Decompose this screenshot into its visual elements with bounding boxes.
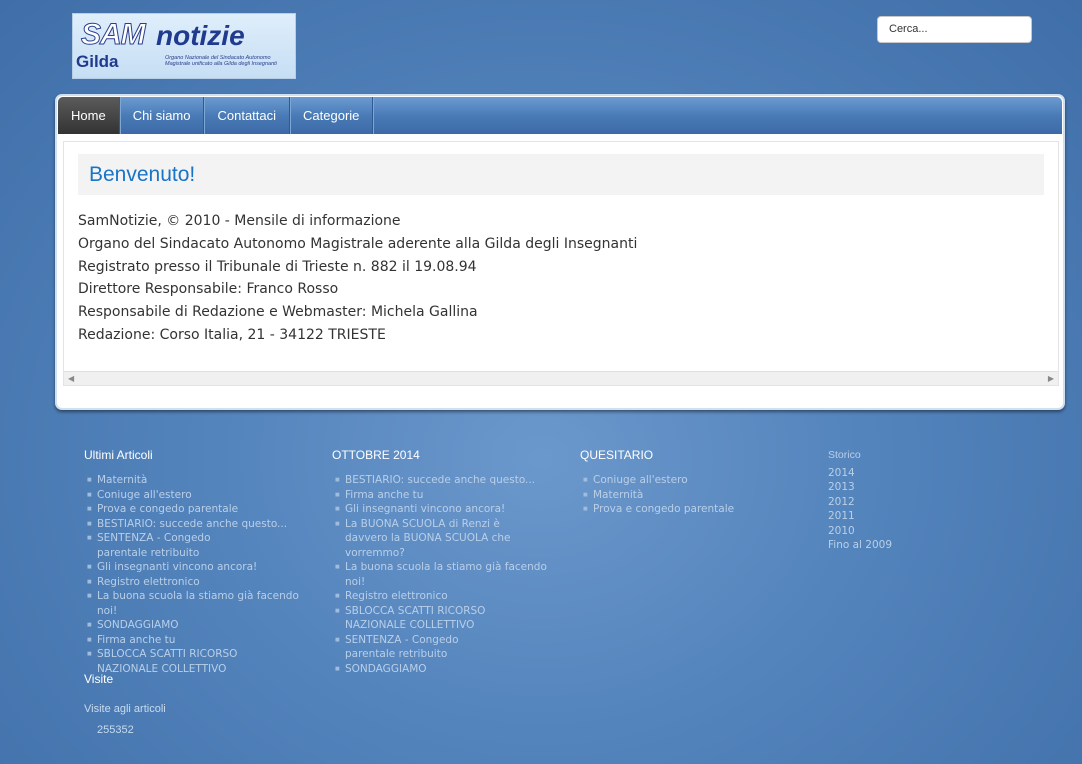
footer-storico: Storico 2014 2013 2012 2011 2010 Fino al… (828, 448, 978, 553)
list-item[interactable]: Prova e congedo parentale (84, 502, 304, 517)
info-line: Direttore Responsabile: Franco Rosso (78, 281, 339, 298)
list-item[interactable]: BESTIARIO: succede anche questo... (84, 517, 304, 532)
scroll-left-icon[interactable]: ◀ (68, 374, 74, 383)
body-text: SamNotizie, © 2010 - Mensile di informaz… (78, 210, 637, 347)
list-item[interactable]: Prova e congedo parentale (580, 502, 790, 517)
footer-ultimi-articoli: Ultimi Articoli Maternità Coniuge all'es… (84, 448, 304, 676)
list-item[interactable]: Maternità (84, 473, 304, 488)
list-item[interactable]: Maternità (580, 488, 790, 503)
list-item[interactable]: Gli insegnanti vincono ancora! (332, 502, 547, 517)
list-item[interactable]: La buona scuola la stiamo già facendo no… (332, 560, 547, 589)
info-line: Responsabile di Redazione e Webmaster: M… (78, 304, 478, 321)
visits-subtitle: Visite agli articoli (84, 703, 166, 715)
horizontal-scrollbar[interactable]: ◀ ▶ (64, 371, 1058, 385)
archive-year-link[interactable]: 2011 (828, 509, 978, 524)
info-line: SamNotizie, © 2010 - Mensile di informaz… (78, 213, 401, 229)
list-item[interactable]: Gli insegnanti vincono ancora! (84, 560, 304, 575)
list-item[interactable]: Coniuge all'estero (84, 488, 304, 503)
list-item[interactable]: SONDAGGIAMO (84, 618, 304, 633)
list-item[interactable]: BESTIARIO: succede anche questo... (332, 473, 547, 488)
nav-item-contattaci[interactable]: Contattaci (204, 97, 291, 134)
list-item[interactable]: Firma anche tu (332, 488, 547, 503)
list-item[interactable]: La BUONA SCUOLA di Renzi è davvero la BU… (332, 517, 540, 561)
nav-item-categorie[interactable]: Categorie (290, 97, 374, 134)
list-item[interactable]: SENTENZA - Congedo parentale retribuito (332, 633, 507, 662)
info-line: Redazione: Corso Italia, 21 - 34122 TRIE… (78, 326, 386, 343)
site-logo[interactable]: SAM notizie Gilda Organo Nazionale del S… (72, 13, 296, 79)
logo-subtitle: Organo Nazionale del Sindacato Autonomo … (165, 55, 277, 67)
list-item[interactable]: Coniuge all'estero (580, 473, 790, 488)
nav-item-chi-siamo[interactable]: Chi siamo (120, 97, 205, 134)
content-area: Benvenuto! SamNotizie, © 2010 - Mensile … (63, 141, 1059, 386)
footer-questiario: QUESITARIO Coniuge all'estero Maternità … (580, 448, 790, 517)
search-input[interactable]: Cerca... (877, 16, 1032, 43)
archive-year-link[interactable]: 2010 (828, 524, 978, 539)
footer-title-ottobre: OTTOBRE 2014 (332, 448, 420, 462)
logo-gilda: Gilda (76, 52, 119, 71)
visits-count: 255352 (97, 724, 134, 736)
list-item[interactable]: SENTENZA - Congedo parentale retribuito (84, 531, 259, 560)
archive-year-link[interactable]: Fino al 2009 (828, 538, 978, 553)
main-nav: Home Chi siamo Contattaci Categorie (58, 97, 1062, 134)
info-line: Organo del Sindacato Autonomo Magistrale… (78, 235, 638, 252)
list-item[interactable]: SBLOCCA SCATTI RICORSO NAZIONALE COLLETT… (332, 604, 492, 633)
nav-item-home[interactable]: Home (58, 97, 120, 134)
archive-year-link[interactable]: 2014 (828, 466, 978, 481)
main-panel: Home Chi siamo Contattaci Categorie Benv… (55, 94, 1065, 410)
page-title: Benvenuto! (78, 154, 1044, 195)
archive-year-link[interactable]: 2012 (828, 495, 978, 510)
list-item[interactable]: Registro elettronico (84, 575, 304, 590)
footer-title-storico: Storico (828, 449, 861, 461)
footer-title-questiario: QUESITARIO (580, 448, 654, 462)
visits-title: Visite (84, 672, 114, 686)
logo-notizie: notizie (156, 20, 245, 51)
logo-sam: SAM (81, 18, 147, 52)
info-line: Registrato presso il Tribunale di Triest… (78, 258, 477, 275)
list-item[interactable]: SONDAGGIAMO (332, 662, 547, 677)
list-item[interactable]: Registro elettronico (332, 589, 547, 604)
list-item[interactable]: Firma anche tu (84, 633, 304, 648)
footer-ottobre-2014: OTTOBRE 2014 BESTIARIO: succede anche qu… (332, 448, 547, 676)
list-item[interactable]: La buona scuola la stiamo già facendo no… (84, 589, 304, 618)
archive-year-link[interactable]: 2013 (828, 480, 978, 495)
scroll-right-icon[interactable]: ▶ (1048, 374, 1054, 383)
footer-title-ultimi: Ultimi Articoli (84, 448, 153, 462)
